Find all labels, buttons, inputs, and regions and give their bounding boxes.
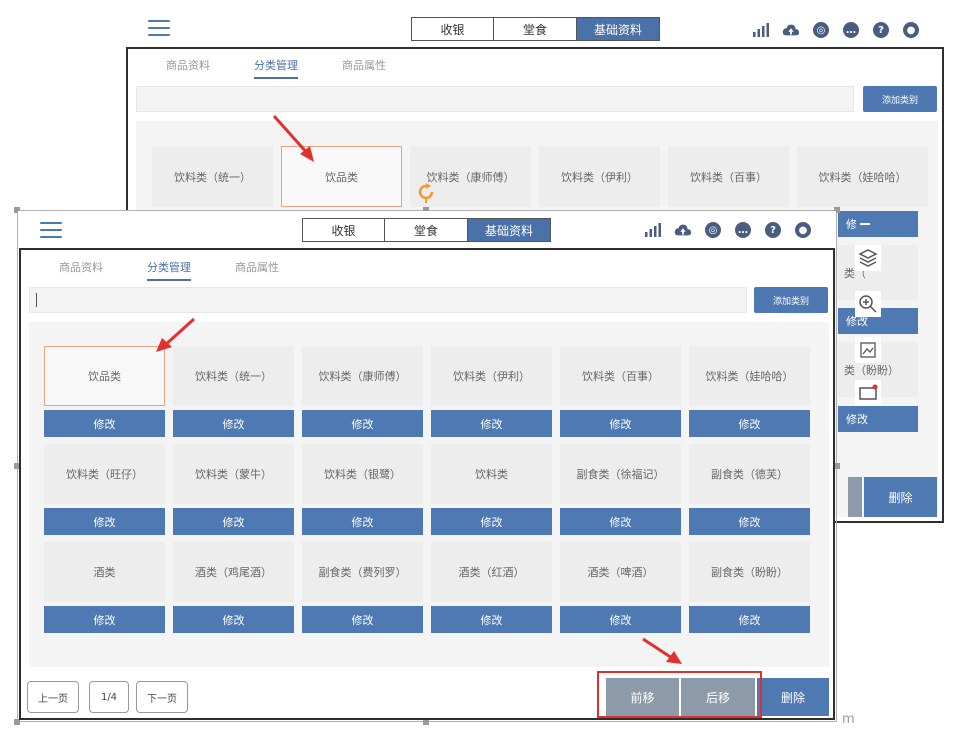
seg-basic-data[interactable]: 基础资料: [468, 219, 550, 241]
back-pointer-arrow: [272, 114, 314, 162]
cloud-icon[interactable]: [782, 21, 800, 39]
front-pointer-arrow: [156, 317, 196, 352]
edit-button[interactable]: 修改: [560, 508, 681, 535]
tab-product-info[interactable]: 商品资料: [166, 57, 210, 79]
category-cell[interactable]: 酒类: [44, 542, 165, 602]
tab-category-manage[interactable]: 分类管理: [254, 57, 298, 79]
front-add-category-button[interactable]: 添加类别: [754, 287, 828, 313]
back-edit-button[interactable]: 修改: [838, 406, 918, 432]
tab-category-manage[interactable]: 分类管理: [147, 259, 191, 281]
edit-button[interactable]: 修改: [689, 606, 810, 633]
page-indicator: 1/4: [89, 681, 129, 713]
edit-button[interactable]: 修改: [689, 410, 810, 437]
edit-button[interactable]: 修改: [44, 508, 165, 535]
chat-icon[interactable]: …: [734, 221, 752, 239]
edit-button[interactable]: 修改: [302, 606, 423, 633]
seg-dine-in[interactable]: 堂食: [494, 18, 577, 40]
front-toolbar: ◎ … ? ●: [644, 221, 812, 239]
category-cell[interactable]: 饮料类（百事）: [560, 346, 681, 406]
back-delete-button[interactable]: 删除: [864, 477, 937, 517]
zoom-in-icon[interactable]: [855, 291, 881, 317]
edit-button[interactable]: 修改: [44, 410, 165, 437]
back-category-cell[interactable]: 饮料类（娃哈哈）: [797, 146, 928, 207]
back-tabs: 商品资料 分类管理 商品属性: [166, 57, 386, 79]
settings-icon[interactable]: ◎: [812, 21, 830, 39]
prev-page-button[interactable]: 上一页: [27, 681, 79, 713]
tab-product-attr[interactable]: 商品属性: [235, 259, 279, 281]
category-cell[interactable]: 饮料类（银鹭）: [302, 444, 423, 504]
category-cell[interactable]: 副食类（费列罗）: [302, 542, 423, 602]
tab-product-info[interactable]: 商品资料: [59, 259, 103, 281]
help-icon[interactable]: ?: [764, 221, 782, 239]
edit-button[interactable]: 修改: [431, 606, 552, 633]
edit-button[interactable]: 修改: [431, 508, 552, 535]
chat-icon[interactable]: …: [842, 21, 860, 39]
category-cell[interactable]: 饮料类（伊利）: [431, 346, 552, 406]
back-grey-button[interactable]: [848, 477, 862, 517]
seg-cashier[interactable]: 收银: [412, 18, 494, 40]
edit-button[interactable]: 修改: [431, 410, 552, 437]
back-search-input[interactable]: [136, 86, 854, 112]
edit-button[interactable]: 修改: [173, 508, 294, 535]
category-cell[interactable]: 酒类（鸡尾酒）: [173, 542, 294, 602]
user-icon[interactable]: ●: [902, 21, 920, 39]
category-cell[interactable]: 饮料类（康师傅）: [302, 346, 423, 406]
edit-button[interactable]: 修改: [560, 606, 681, 633]
remove-tool-icon[interactable]: [852, 212, 878, 236]
text-caret: [36, 293, 37, 307]
category-cell[interactable]: 副食类（德芙）: [689, 444, 810, 504]
cloud-icon[interactable]: [674, 221, 692, 239]
back-category-cell[interactable]: 饮料类（百事）: [668, 146, 789, 207]
seg-cashier[interactable]: 收银: [303, 219, 385, 241]
edit-button[interactable]: 修改: [173, 410, 294, 437]
move-pointer-arrow: [642, 637, 682, 664]
seg-dine-in[interactable]: 堂食: [385, 219, 468, 241]
user-icon[interactable]: ●: [794, 221, 812, 239]
category-cell[interactable]: 饮料类（旺仔）: [44, 444, 165, 504]
tab-product-attr[interactable]: 商品属性: [342, 57, 386, 79]
category-cell[interactable]: 酒类（红酒）: [431, 542, 552, 602]
category-cell[interactable]: 副食类（盼盼）: [689, 542, 810, 602]
frame-icon[interactable]: [855, 380, 881, 406]
back-category-cell[interactable]: 饮料类（伊利）: [539, 146, 660, 207]
front-panel: 商品资料 分类管理 商品属性 添加类别 饮品类 饮料类（统一） 饮料类（康师傅）…: [19, 248, 835, 720]
front-tabs: 商品资料 分类管理 商品属性: [59, 259, 279, 281]
crop-image-icon[interactable]: [855, 337, 881, 363]
watermark-text: m: [842, 712, 855, 727]
menu-icon[interactable]: [148, 20, 170, 36]
edit-button[interactable]: 修改: [689, 508, 810, 535]
back-edit-button[interactable]: 修: [838, 211, 918, 237]
highlight-box: [597, 671, 762, 718]
category-cell-selected[interactable]: 饮品类: [44, 346, 165, 406]
edit-button[interactable]: 修改: [302, 508, 423, 535]
edit-button[interactable]: 修改: [173, 606, 294, 633]
back-add-category-button[interactable]: 添加类别: [863, 86, 937, 112]
edit-button[interactable]: 修改: [44, 606, 165, 633]
signal-icon: [752, 21, 770, 39]
delete-button[interactable]: 删除: [757, 678, 829, 716]
rotate-handle-icon[interactable]: [418, 183, 436, 203]
back-toolbar: ◎ … ? ●: [752, 21, 920, 39]
category-cell[interactable]: 酒类（啤酒）: [560, 542, 681, 602]
layers-icon[interactable]: [855, 245, 881, 271]
next-page-button[interactable]: 下一页: [136, 681, 188, 713]
settings-icon[interactable]: ◎: [704, 221, 722, 239]
back-mode-switch: 收银 堂食 基础资料: [411, 17, 660, 41]
category-cell[interactable]: 副食类（徐福记）: [560, 444, 681, 504]
edit-button[interactable]: 修改: [302, 410, 423, 437]
front-mode-switch: 收银 堂食 基础资料: [302, 218, 551, 242]
edit-button[interactable]: 修改: [560, 410, 681, 437]
help-icon[interactable]: ?: [872, 21, 890, 39]
category-cell[interactable]: 饮料类（娃哈哈）: [689, 346, 810, 406]
front-search-input[interactable]: [29, 287, 747, 313]
signal-icon: [644, 221, 662, 239]
category-cell[interactable]: 饮料类: [431, 444, 552, 504]
seg-basic-data[interactable]: 基础资料: [577, 18, 659, 40]
back-category-cell[interactable]: 饮料类（统一）: [152, 146, 273, 207]
menu-icon[interactable]: [40, 222, 62, 238]
category-cell[interactable]: 饮料类（蒙牛）: [173, 444, 294, 504]
